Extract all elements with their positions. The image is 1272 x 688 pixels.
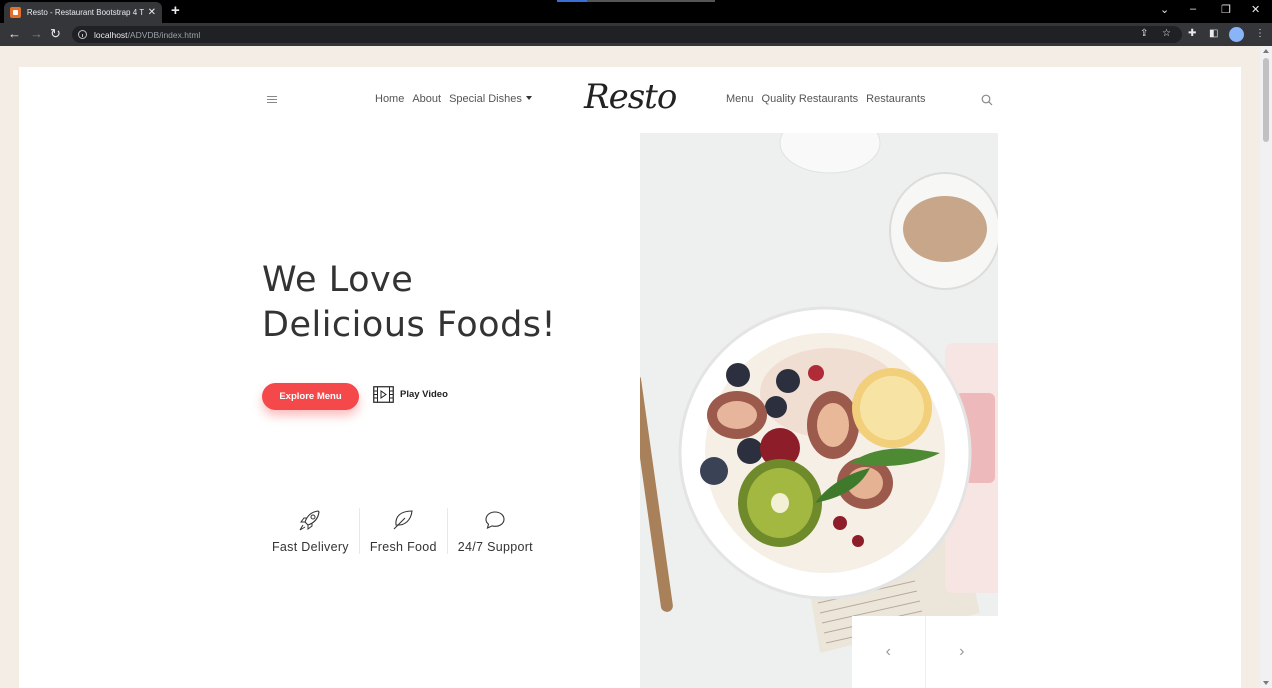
tab-strip-indicator <box>557 0 715 2</box>
play-video-link[interactable]: Play Video <box>373 386 448 403</box>
feature-label: Fresh Food <box>369 540 437 554</box>
extensions-icon[interactable]: ✚ <box>1188 28 1196 39</box>
leaf-icon <box>393 510 413 530</box>
chat-bubble-icon <box>485 511 505 529</box>
food-bowl-illustration <box>640 133 998 688</box>
hamburger-menu-icon[interactable] <box>267 96 277 105</box>
nav-special-dishes-label: Special Dishes <box>449 93 522 105</box>
address-bar[interactable]: localhost /ADVDB/index.html <box>72 26 1182 43</box>
feature-fast-delivery: Fast Delivery <box>262 508 359 554</box>
bookmark-star-icon[interactable]: ☆ <box>1162 28 1171 39</box>
scroll-up-icon[interactable] <box>1263 49 1269 53</box>
browser-menu-icon[interactable]: ⋮ <box>1255 28 1265 39</box>
back-icon[interactable]: ← <box>8 26 21 41</box>
tab-title: Resto - Restaurant Bootstrap 4 T <box>26 8 144 17</box>
nav-about[interactable]: About <box>412 93 441 105</box>
side-panel-icon[interactable]: ◧ <box>1209 28 1218 39</box>
site-logo[interactable]: Resto <box>584 77 677 117</box>
slider-controls: ‹ › <box>852 616 998 688</box>
site-info-icon[interactable] <box>78 30 87 39</box>
features-row: Fast Delivery Fresh Food 24/7 Support <box>262 508 543 554</box>
explore-menu-button[interactable]: Explore Menu <box>262 383 359 410</box>
forward-icon[interactable]: → <box>30 26 43 41</box>
slider-next-icon[interactable]: › <box>924 616 999 688</box>
slider-prev-icon[interactable]: ‹ <box>852 616 925 688</box>
video-film-icon <box>373 386 394 403</box>
play-video-label: Play Video <box>400 389 448 400</box>
rocket-icon <box>299 510 321 531</box>
nav-menu[interactable]: Menu <box>726 93 754 105</box>
hero-food-image <box>640 133 998 688</box>
share-icon[interactable]: ⇪ <box>1140 28 1148 39</box>
nav-right: Menu Quality Restaurants Restaurants <box>726 93 925 105</box>
nav-quality-restaurants[interactable]: Quality Restaurants <box>762 93 859 105</box>
caret-down-icon <box>525 96 532 100</box>
profile-avatar[interactable] <box>1229 27 1244 42</box>
browser-tab-bar: Resto - Restaurant Bootstrap 4 T ✕ + ⌄ –… <box>0 0 1272 23</box>
tab-close-button[interactable]: ✕ <box>148 7 156 18</box>
webpage: Home About Special Dishes Resto Menu Qua… <box>19 67 1241 688</box>
feature-fresh-food: Fresh Food <box>358 508 447 554</box>
nav-left: Home About Special Dishes <box>375 93 532 105</box>
restore-icon[interactable]: ❐ <box>1221 3 1231 16</box>
tab-search-icon[interactable]: ⌄ <box>1160 3 1169 16</box>
reload-icon[interactable]: ↻ <box>50 26 61 42</box>
browser-tab[interactable]: Resto - Restaurant Bootstrap 4 T ✕ <box>4 2 162 23</box>
url-host: localhost <box>94 29 128 40</box>
close-window-icon[interactable]: ✕ <box>1251 3 1260 16</box>
hero-headline: We Love Delicious Foods! <box>262 258 556 348</box>
new-tab-button[interactable]: + <box>171 2 180 19</box>
nav-restaurants[interactable]: Restaurants <box>866 93 925 105</box>
feature-support: 24/7 Support <box>446 508 543 554</box>
favicon-icon <box>10 7 21 18</box>
browser-toolbar: ← → ↻ localhost /ADVDB/index.html ⇪ ☆ ✚ … <box>0 23 1272 46</box>
feature-label: Fast Delivery <box>272 540 349 554</box>
minimize-icon[interactable]: – <box>1190 3 1196 15</box>
page-scrollbar[interactable] <box>1260 46 1272 688</box>
headline-line-1: We Love <box>262 260 414 300</box>
scrollbar-thumb[interactable] <box>1263 58 1269 142</box>
feature-label: 24/7 Support <box>457 540 533 554</box>
search-icon[interactable] <box>981 94 993 106</box>
headline-line-2: Delicious Foods! <box>262 305 557 345</box>
nav-home[interactable]: Home <box>375 93 404 105</box>
url-path: /ADVDB/index.html <box>127 29 201 40</box>
scroll-down-icon[interactable] <box>1263 681 1269 685</box>
nav-special-dishes[interactable]: Special Dishes <box>449 93 532 105</box>
